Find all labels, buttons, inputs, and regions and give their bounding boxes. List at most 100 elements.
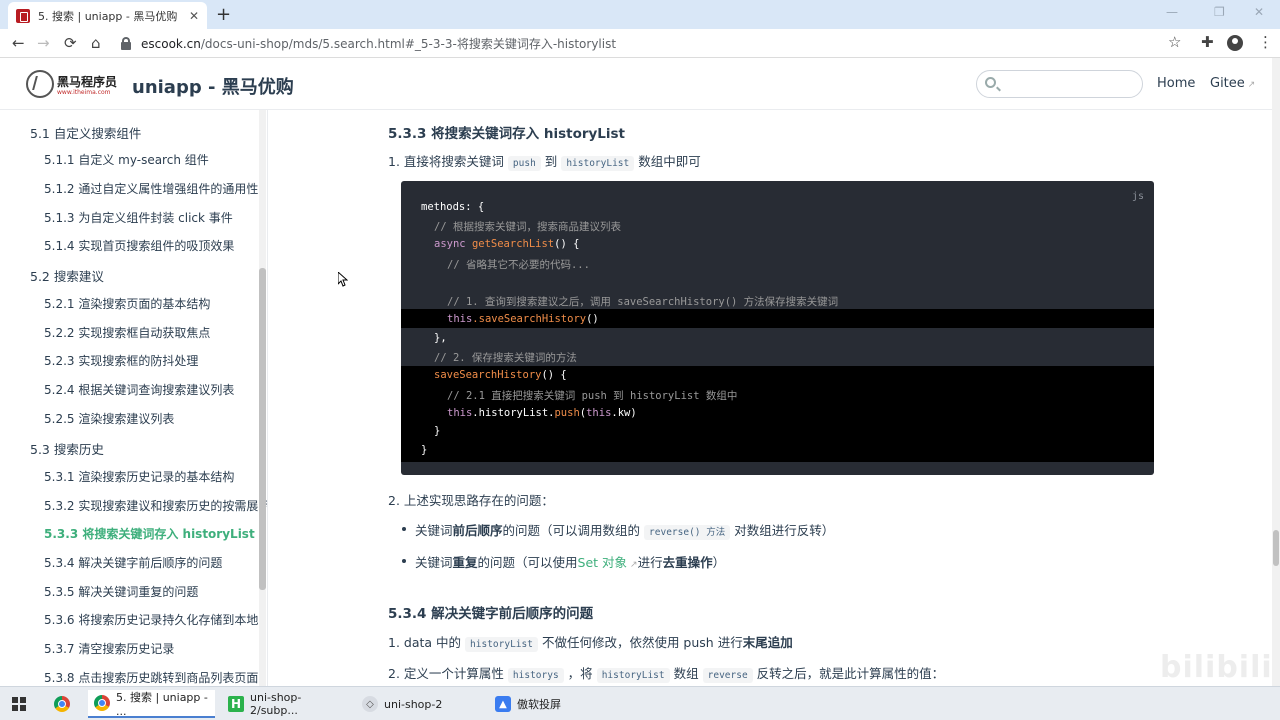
set-object-link[interactable]: Set 对象 ↗ xyxy=(578,555,638,570)
inline-code: historys xyxy=(507,668,564,683)
wechat-devtools-icon: ◇ xyxy=(362,696,378,712)
sidebar-item[interactable]: 5.3.1 渲染搜索历史记录的基本结构 xyxy=(44,468,234,485)
code-line: } xyxy=(434,425,441,437)
back-icon[interactable]: ← xyxy=(12,34,25,52)
window-minimize-icon[interactable]: — xyxy=(1166,5,1178,19)
bookmark-star-icon[interactable]: ☆ xyxy=(1168,33,1181,51)
mouse-cursor-icon xyxy=(337,270,349,291)
bilibili-watermark: bilibili xyxy=(1160,650,1273,685)
step-1-part: 1. 直接将搜索关键词 xyxy=(388,154,504,169)
code-line: } xyxy=(421,444,428,456)
window-maximize-icon[interactable]: ❐ xyxy=(1214,5,1225,19)
code-line: }, xyxy=(434,332,447,344)
code-line: // 省略其它不必要的代码... xyxy=(447,259,590,271)
step-534-2-text: 2. 定义一个计算属性 historys ，将 historyList 数组 revers… xyxy=(388,666,945,683)
logo-text: 黑马程序员 xyxy=(57,75,118,89)
step-1-part: 到 xyxy=(544,154,558,169)
search-input[interactable] xyxy=(976,70,1143,98)
url-host: escook.cn xyxy=(141,36,201,51)
browser-tab-strip: 5. 搜索 | uniapp - 黑马优购 ✕ + — ❐ ✕ xyxy=(0,0,1280,29)
lock-icon xyxy=(121,36,131,50)
issue-duplicate-text: 关键词重复的问题（可以使用Set 对象 ↗进行去重操作） xyxy=(415,555,726,570)
reload-icon[interactable]: ⟳ xyxy=(64,34,77,52)
browser-toolbar: ← → ⟳ ⌂ escook.cn/docs-uni-shop/mds/5.se… xyxy=(0,29,1280,58)
page-scrollbar-track[interactable] xyxy=(1272,58,1280,686)
sidebar-item[interactable]: 5.2.3 实现搜索框的防抖处理 xyxy=(44,352,198,369)
nav-link-home[interactable]: Home xyxy=(1157,76,1195,91)
code-line: // 2. 保存搜索关键词的方法 xyxy=(434,352,577,364)
sidebar-item[interactable]: 5.1.3 为自定义组件封装 click 事件 xyxy=(44,209,233,226)
heading-5-3-4: 5.3.4 解决关键字前后顺序的问题 xyxy=(388,606,594,622)
site-title[interactable]: uniapp - 黑马优购 xyxy=(132,73,294,99)
taskbar-app-browser[interactable]: 5. 搜索 | uniapp - ... xyxy=(88,690,215,718)
window-close-icon[interactable]: ✕ xyxy=(1254,5,1264,19)
code-line: // 根据搜索关键词，搜索商品建议列表 xyxy=(434,221,621,233)
new-tab-icon[interactable]: + xyxy=(216,4,231,25)
sidebar-section[interactable]: 5.1 自定义搜索组件 xyxy=(30,123,141,142)
search-icon xyxy=(985,77,996,88)
sidebar-section[interactable]: 5.3 搜索历史 xyxy=(30,439,104,458)
taskbar-app-screencast[interactable]: ▲ 傲软投屏 xyxy=(489,690,617,718)
code-line: this.historyList.push(this.kw) xyxy=(447,407,637,419)
sidebar-item[interactable]: 5.3.7 清空搜索历史记录 xyxy=(44,640,174,657)
logo-subtext: www.itheima.com xyxy=(57,89,111,96)
address-bar[interactable]: escook.cn/docs-uni-shop/mds/5.search.htm… xyxy=(115,32,1195,55)
site-navbar: 黑马程序员 www.itheima.com uniapp - 黑马优购 Home… xyxy=(0,58,1280,110)
inline-code: push xyxy=(507,156,541,171)
code-block: js methods: { // 根据搜索关键词，搜索商品建议列表 async … xyxy=(401,181,1154,475)
sidebar-item[interactable]: 5.3.3 将搜索关键词存入 historyList xyxy=(44,525,255,542)
inline-code: historyList xyxy=(596,668,670,683)
tab-close-icon[interactable]: ✕ xyxy=(189,9,199,23)
taskbar-app-devtools[interactable]: ◇ uni-shop-2 xyxy=(356,690,484,718)
inline-code: reverse xyxy=(702,668,753,683)
itheima-logo-icon[interactable] xyxy=(26,70,54,98)
code-line: // 1. 查询到搜索建议之后，调用 saveSearchHistory() 方… xyxy=(447,296,839,308)
sidebar-section[interactable]: 5.2 搜索建议 xyxy=(30,266,104,285)
browser-menu-icon[interactable]: ⋮ xyxy=(1258,33,1273,51)
apowermirror-icon: ▲ xyxy=(495,696,511,712)
forward-icon[interactable]: → xyxy=(37,34,50,52)
browser-tab[interactable]: 5. 搜索 | uniapp - 黑马优购 ✕ xyxy=(8,2,207,29)
code-line: async getSearchList() { xyxy=(434,238,580,250)
sidebar-item[interactable]: 5.2.4 根据关键词查询搜索建议列表 xyxy=(44,381,234,398)
home-icon[interactable]: ⌂ xyxy=(91,34,101,52)
inline-code: historyList xyxy=(465,637,538,652)
sidebar-item[interactable]: 5.1.1 自定义 my-search 组件 xyxy=(44,151,209,168)
sidebar: 5.1 自定义搜索组件 5.1.1 自定义 my-search 组件 5.1.2 通… xyxy=(0,110,268,686)
external-link-icon: ↗ xyxy=(630,560,638,570)
sidebar-item[interactable]: 5.3.5 解决关键词重复的问题 xyxy=(44,583,198,600)
step-1-text: 1. 直接将搜索关键词 push 到 historyList 数组中即可 xyxy=(388,151,701,171)
sidebar-scrollbar-thumb[interactable] xyxy=(259,268,266,590)
windows-start-icon[interactable] xyxy=(12,697,26,711)
taskbar-app-hbuilder[interactable]: Huni-shop-2/subp... xyxy=(222,690,350,718)
taskbar-chrome-pinned[interactable] xyxy=(48,690,82,718)
main-content: 5.3.3 将搜索关键词存入 historyList 1. 直接将搜索关键词 pu… xyxy=(269,110,1272,686)
sidebar-item[interactable]: 5.2.2 实现搜索框自动获取焦点 xyxy=(44,324,210,341)
sidebar-item[interactable]: 5.3.8 点击搜索历史跳转到商品列表页面 xyxy=(44,669,258,686)
sidebar-item[interactable]: 5.3.6 将搜索历史记录持久化存储到本地 xyxy=(44,611,258,628)
sidebar-item[interactable]: 5.1.2 通过自定义属性增强组件的通用性 xyxy=(44,180,258,197)
sidebar-item[interactable]: 5.1.4 实现首页搜索组件的吸顶效果 xyxy=(44,237,234,254)
chrome-icon xyxy=(94,695,110,711)
step-1-part: 数组中即可 xyxy=(638,154,701,169)
sidebar-item[interactable]: 5.2.5 渲染搜索建议列表 xyxy=(44,410,174,427)
sidebar-item[interactable]: 5.2.1 渲染搜索页面的基本结构 xyxy=(44,295,210,312)
code-language-label: js xyxy=(1131,191,1144,202)
page-scrollbar-thumb[interactable] xyxy=(1273,530,1279,566)
sidebar-item[interactable]: 5.3.2 实现搜索建议和搜索历史的按需展示 xyxy=(44,497,267,514)
profile-avatar-icon[interactable] xyxy=(1227,35,1243,51)
bullet-icon xyxy=(402,559,406,563)
inline-code: reverse() 方法 xyxy=(644,525,731,540)
extensions-icon[interactable]: ✚ xyxy=(1201,33,1214,51)
inline-code: historyList xyxy=(561,156,635,171)
windows-taskbar: 5. 搜索 | uniapp - ... Huni-shop-2/subp...… xyxy=(0,686,1280,720)
issue-order-text: 关键词前后顺序的问题（可以调用数组的 reverse() 方法 对数组进行反转） xyxy=(415,523,835,540)
sidebar-item[interactable]: 5.3.4 解决关键字前后顺序的问题 xyxy=(44,554,222,571)
nav-link-gitee-label: Gitee xyxy=(1210,76,1245,91)
heading-5-3-3: 5.3.3 将搜索关键词存入 historyList xyxy=(388,126,626,142)
nav-link-gitee[interactable]: Gitee ↗ xyxy=(1210,76,1255,91)
hbuilderx-icon: H xyxy=(228,696,244,712)
site-favicon-icon xyxy=(16,8,30,23)
external-link-icon: ↗ xyxy=(1247,80,1256,90)
code-line: this.saveSearchHistory() xyxy=(447,313,599,325)
